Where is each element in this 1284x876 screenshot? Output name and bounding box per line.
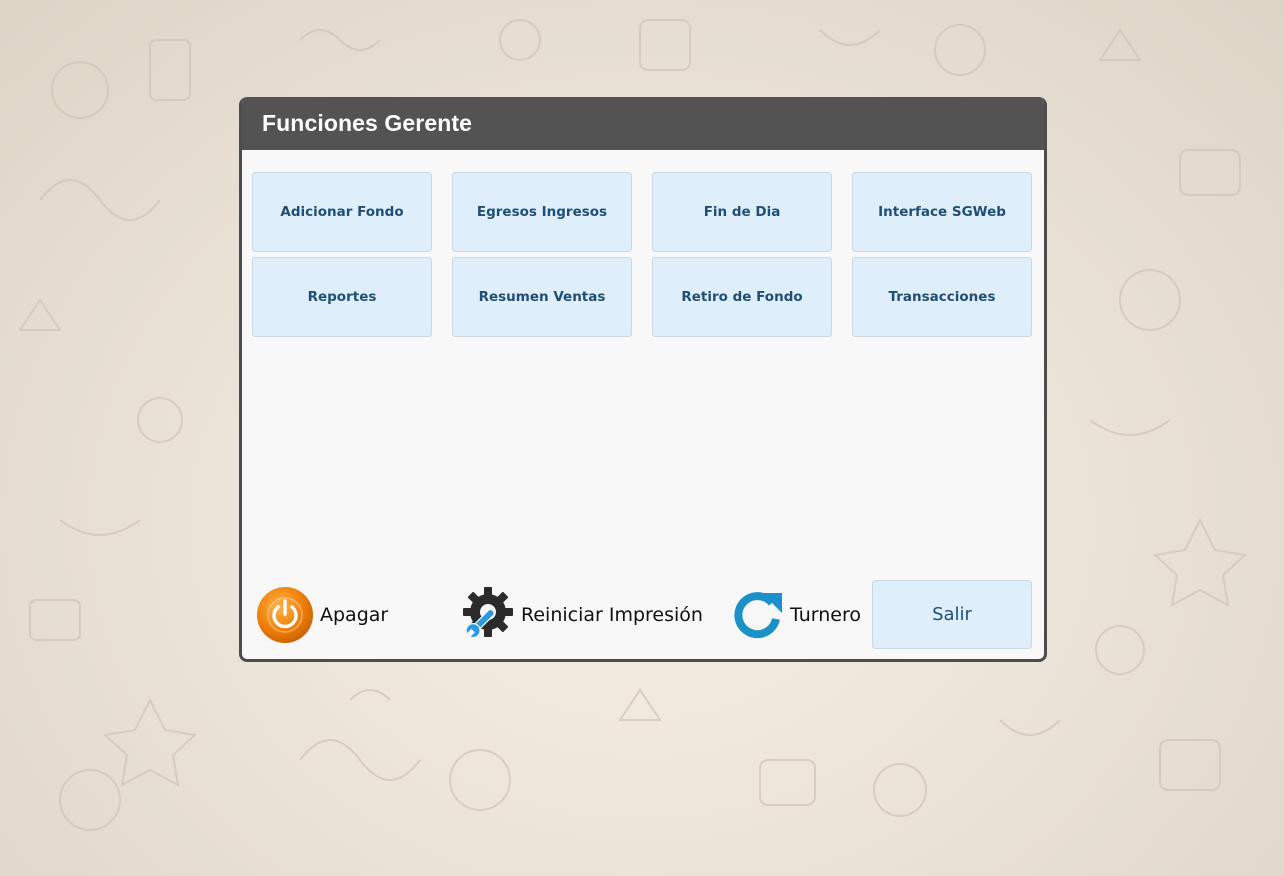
dialog-title: Funciones Gerente (262, 110, 473, 136)
gear-wrench-icon (463, 587, 513, 639)
apagar-button[interactable]: Apagar (256, 585, 388, 645)
turnero-button[interactable]: Turnero (732, 585, 861, 645)
egresos-ingresos-button[interactable]: Egresos Ingresos (452, 172, 632, 252)
interface-sgweb-button[interactable]: Interface SGWeb (852, 172, 1032, 252)
dialog-header: Funciones Gerente (242, 97, 1044, 150)
funciones-gerente-dialog: Funciones Gerente Adicionar Fondo Egreso… (239, 97, 1047, 662)
reiniciar-impresion-label: Reiniciar Impresión (521, 604, 703, 626)
resumen-ventas-button[interactable]: Resumen Ventas (452, 257, 632, 337)
reportes-button[interactable]: Reportes (252, 257, 432, 337)
function-grid: Adicionar Fondo Egresos Ingresos Fin de … (252, 172, 1032, 337)
apagar-label: Apagar (320, 604, 389, 626)
retiro-de-fondo-button[interactable]: Retiro de Fondo (652, 257, 832, 337)
turnero-label: Turnero (790, 604, 861, 626)
fin-de-dia-button[interactable]: Fin de Dia (652, 172, 832, 252)
power-icon (257, 587, 313, 643)
refresh-icon (734, 592, 782, 639)
salir-button[interactable]: Salir (872, 580, 1032, 649)
adicionar-fondo-button[interactable]: Adicionar Fondo (252, 172, 432, 252)
reiniciar-impresion-button[interactable]: Reiniciar Impresión (457, 585, 703, 645)
bottom-action-bar: Apagar Reiniciar Impresión Turnero Salir (242, 580, 1044, 650)
transacciones-button[interactable]: Transacciones (852, 257, 1032, 337)
